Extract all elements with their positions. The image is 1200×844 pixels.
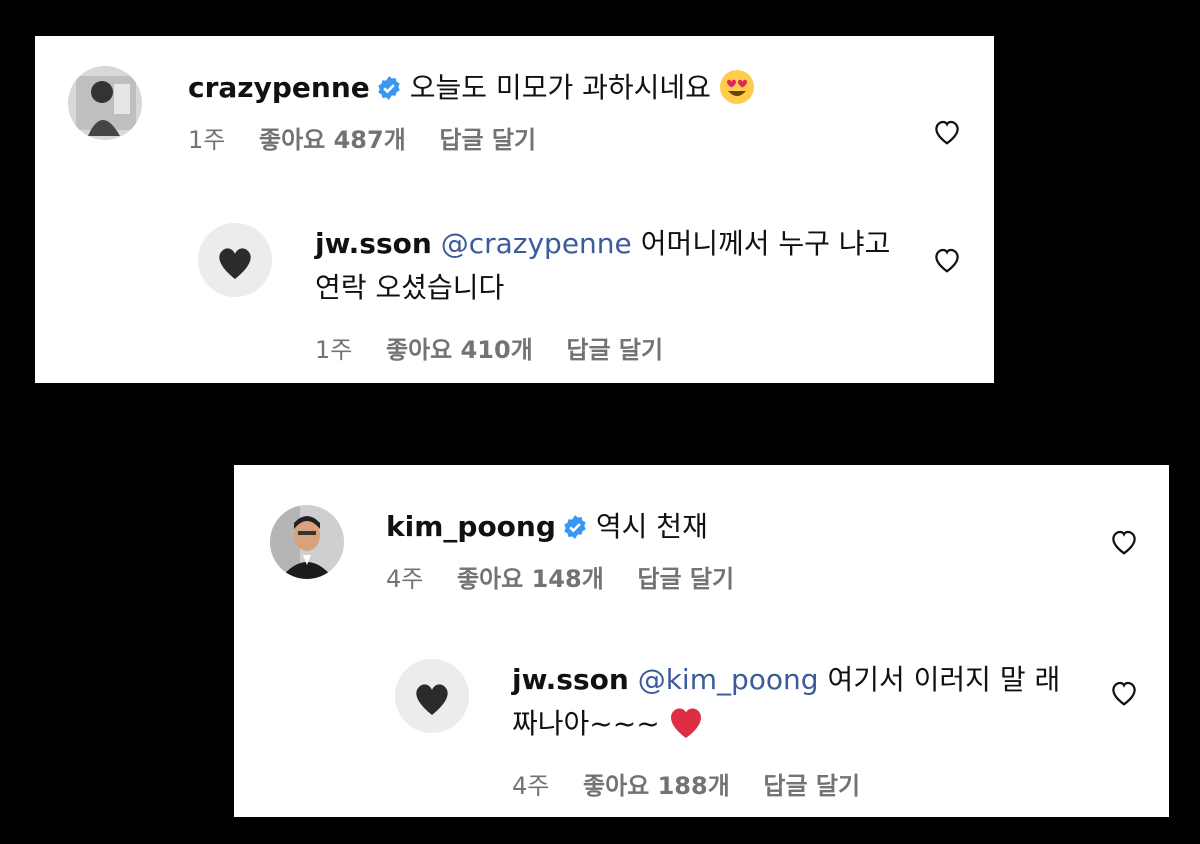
timestamp: 4주 [386,565,424,593]
red-heart-emoji-icon [668,705,704,741]
like-heart-icon[interactable] [932,245,962,275]
comment-body: crazypenne 오늘도 미모가 과하시네요 1주 좋아요 487개 답글 달… [188,66,904,155]
reply-body: jw.sson @kim_poong 여기서 이러지 말 래짜나아~~~ 4주 … [512,658,1072,801]
reply-line: jw.sson @crazypenne 어머니께서 누구 냐고 연락 오셨습니다 [315,222,895,310]
likes-count[interactable]: 좋아요 188개 [583,772,730,800]
like-heart-icon[interactable] [1109,527,1139,557]
username[interactable]: crazypenne [188,71,370,104]
avatar-jw-sson[interactable] [395,659,469,733]
likes-count[interactable]: 좋아요 487개 [259,126,406,154]
comment-line: kim_poong 역시 천재 [386,505,1079,549]
likes-count[interactable]: 좋아요 148개 [457,565,604,593]
reply-body: jw.sson @crazypenne 어머니께서 누구 냐고 연락 오셨습니다… [315,222,895,365]
reply-meta: 4주 좋아요 188개 답글 달기 [512,766,1072,801]
avatar-kim-poong[interactable] [270,505,344,579]
comment-meta: 4주 좋아요 148개 답글 달기 [386,559,1079,594]
reply-button[interactable]: 답글 달기 [439,126,536,154]
likes-count[interactable]: 좋아요 410개 [386,336,533,364]
comment-meta: 1주 좋아요 487개 답글 달기 [188,120,904,155]
comment-thread-1: crazypenne 오늘도 미모가 과하시네요 1주 좋아요 487개 답글 달… [35,36,994,383]
username[interactable]: jw.sson [315,227,432,260]
avatar-crazypenne[interactable] [68,66,142,140]
like-heart-icon[interactable] [932,117,962,147]
comment-text: 오늘도 미모가 과하시네요 [409,71,711,104]
comment-text: 역시 천재 [595,510,708,543]
timestamp: 4주 [512,772,550,800]
timestamp: 1주 [188,126,226,154]
reply-button[interactable]: 답글 달기 [763,772,860,800]
avatar-jw-sson[interactable] [198,223,272,297]
comment-thread-2: kim_poong 역시 천재 4주 좋아요 148개 답글 달기 jw.sson… [234,465,1169,817]
username[interactable]: jw.sson [512,663,629,696]
timestamp: 1주 [315,336,353,364]
reply-button[interactable]: 답글 달기 [637,565,734,593]
reply-line: jw.sson @kim_poong 여기서 이러지 말 래짜나아~~~ [512,658,1072,746]
reply-button[interactable]: 답글 달기 [566,336,663,364]
mention-link[interactable]: @crazypenne [441,227,632,260]
like-heart-icon[interactable] [1109,678,1139,708]
verified-badge-icon [376,70,402,100]
comment-body: kim_poong 역시 천재 4주 좋아요 148개 답글 달기 [386,505,1079,594]
comment-line: crazypenne 오늘도 미모가 과하시네요 [188,66,904,110]
mention-link[interactable]: @kim_poong [638,663,819,696]
verified-badge-icon [562,509,588,539]
reply-meta: 1주 좋아요 410개 답글 달기 [315,330,895,365]
heart-eyes-emoji-icon [719,69,755,105]
username[interactable]: kim_poong [386,510,556,543]
